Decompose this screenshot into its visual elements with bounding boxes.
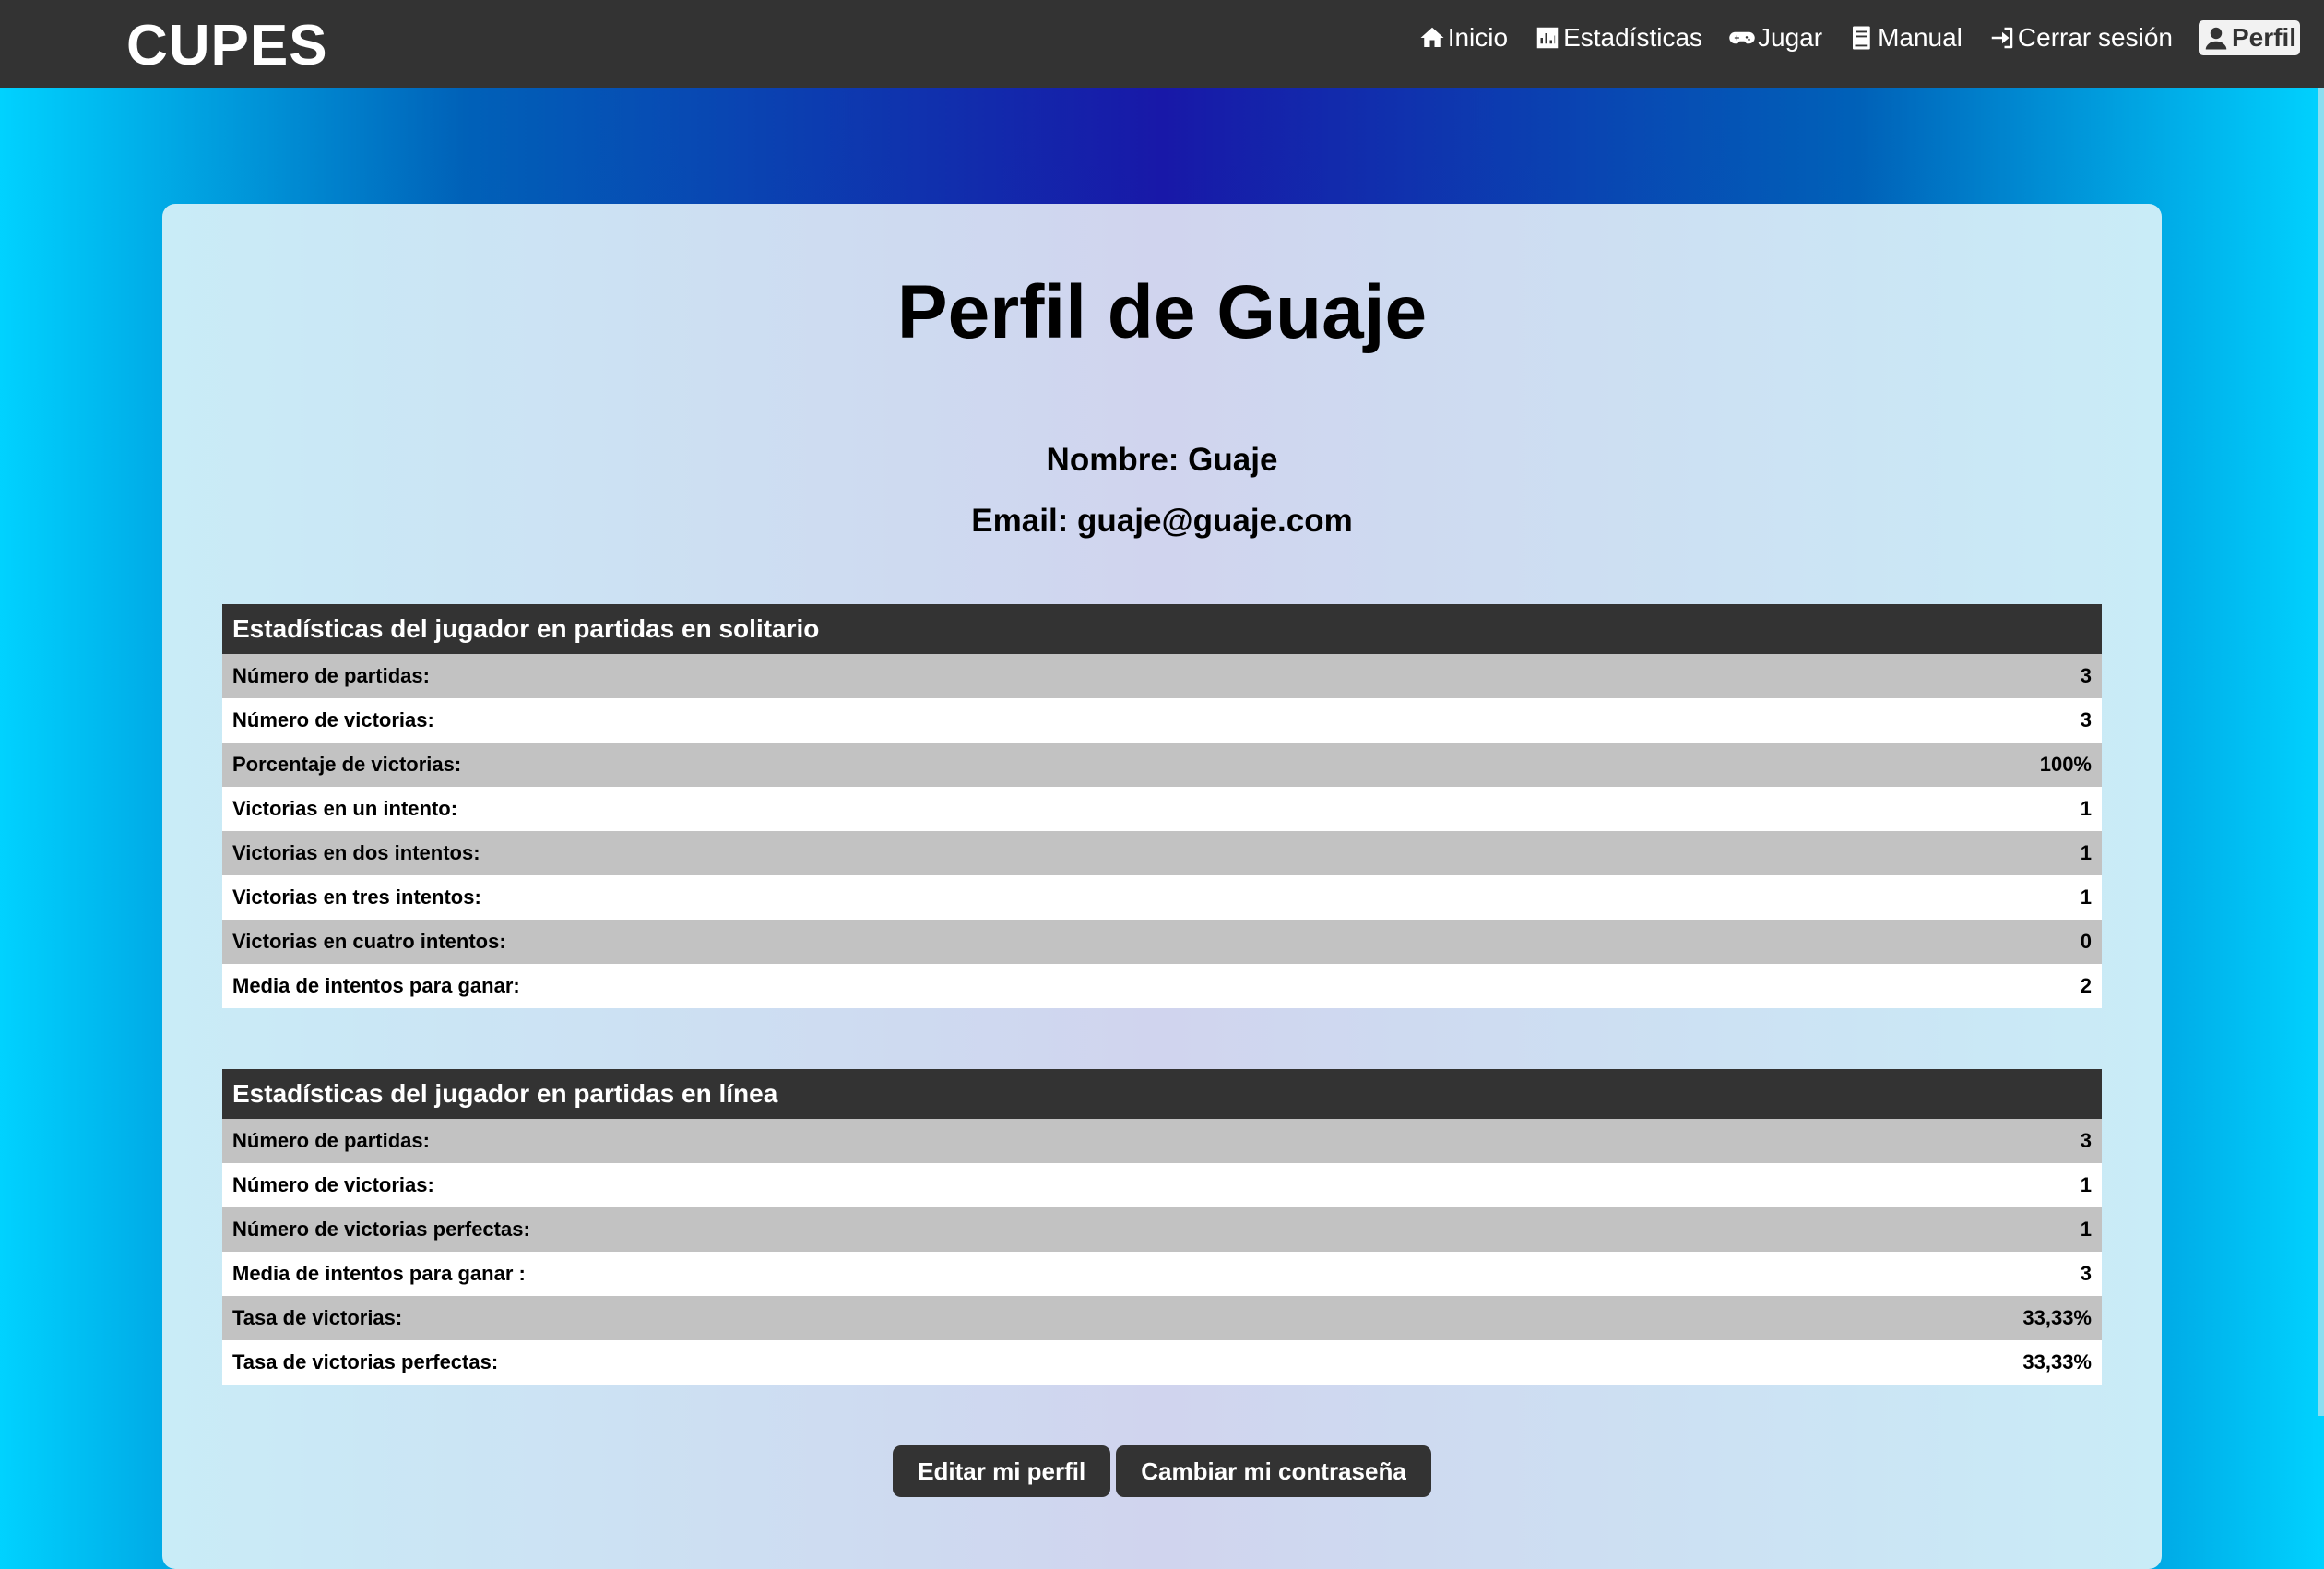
row-label: Porcentaje de victorias:: [232, 753, 462, 776]
logout-icon: [1991, 27, 2013, 49]
gamepad-icon: [1729, 31, 1755, 44]
table-row: Tasa de victorias: 33,33%: [222, 1296, 2102, 1340]
row-label: Victorias en dos intentos:: [232, 841, 480, 864]
nav-item-label: Jugar: [1758, 23, 1823, 52]
table-row: Media de intentos para ganar : 3: [222, 1252, 2102, 1296]
row-value: 33,33%: [2022, 1306, 2092, 1329]
row-value: 0: [2080, 930, 2092, 953]
row-label: Media de intentos para ganar :: [232, 1262, 526, 1285]
nav-item-label: Estadísticas: [1563, 23, 1703, 52]
table-row: Victorias en cuatro intentos: 0: [222, 920, 2102, 964]
table-row: Porcentaje de victorias: 100%: [222, 743, 2102, 787]
table-row: Número de partidas: 3: [222, 654, 2102, 698]
solo-stats-table: Estadísticas del jugador en partidas en …: [222, 604, 2102, 1008]
user-icon: [2205, 27, 2227, 50]
profile-actions: Editar mi perfil Cambiar mi contraseña: [162, 1445, 2162, 1497]
book-icon: [1853, 26, 1870, 50]
row-value: 3: [2080, 1129, 2092, 1152]
nav-item-perfil[interactable]: Perfil: [2198, 20, 2300, 55]
nav-item-label: Manual: [1878, 23, 1962, 52]
table-row: Número de partidas: 3: [222, 1119, 2102, 1163]
table-row: Victorias en un intento: 1: [222, 787, 2102, 831]
row-value: 1: [2080, 1173, 2092, 1196]
row-value: 3: [2080, 664, 2092, 687]
nav-item-label: Cerrar sesión: [2017, 23, 2173, 52]
page-scrollbar[interactable]: [2318, 88, 2324, 1416]
solo-stats-heading: Estadísticas del jugador en partidas en …: [222, 604, 2102, 654]
nav-item-cerrar-sesion[interactable]: Cerrar sesión: [1988, 23, 2173, 53]
nav-item-inicio[interactable]: Inicio: [1418, 23, 1508, 53]
edit-profile-button[interactable]: Editar mi perfil: [893, 1445, 1111, 1497]
row-value: 33,33%: [2022, 1350, 2092, 1373]
profile-card: Perfil de Guaje Nombre: Guaje Email: gua…: [162, 204, 2162, 1569]
top-navbar: CUPES Inicio Estadísticas Jugar Manual C…: [0, 0, 2324, 88]
row-label: Número de victorias:: [232, 1173, 434, 1196]
table-row: Número de victorias perfectas: 1: [222, 1207, 2102, 1252]
table-row: Media de intentos para ganar: 2: [222, 964, 2102, 1008]
table-row: Victorias en dos intentos: 1: [222, 831, 2102, 875]
row-label: Número de partidas:: [232, 664, 430, 687]
row-value: 2: [2080, 974, 2092, 997]
row-value: 1: [2080, 841, 2092, 864]
row-label: Tasa de victorias perfectas:: [232, 1350, 499, 1373]
nav-item-manual[interactable]: Manual: [1848, 23, 1962, 53]
nav-item-estadisticas[interactable]: Estadísticas: [1534, 23, 1702, 53]
change-password-button[interactable]: Cambiar mi contraseña: [1116, 1445, 1431, 1497]
nav-item-label: Perfil: [2231, 23, 2296, 52]
row-label: Media de intentos para ganar:: [232, 974, 520, 997]
nav-item-label: Inicio: [1447, 23, 1509, 52]
profile-email: Email: guaje@guaje.com: [971, 503, 1353, 539]
online-stats-heading: Estadísticas del jugador en partidas en …: [222, 1069, 2102, 1119]
row-value: 1: [2080, 797, 2092, 820]
row-label: Número de victorias:: [232, 708, 434, 731]
table-row: Tasa de victorias perfectas: 33,33%: [222, 1340, 2102, 1385]
chart-icon: [1536, 27, 1559, 49]
table-row: Número de victorias: 3: [222, 698, 2102, 743]
row-value: 1: [2080, 1218, 2092, 1241]
row-label: Tasa de victorias:: [232, 1306, 403, 1329]
nav-links: Inicio Estadísticas Jugar Manual Cerrar …: [1393, 17, 2300, 59]
page-title: Perfil de Guaje: [896, 270, 1428, 354]
row-label: Victorias en un intento:: [232, 797, 458, 820]
online-stats-table: Estadísticas del jugador en partidas en …: [222, 1069, 2102, 1385]
nav-item-jugar[interactable]: Jugar: [1728, 23, 1822, 53]
row-label: Número de partidas:: [232, 1129, 430, 1152]
row-value: 1: [2080, 886, 2092, 909]
row-label: Número de victorias perfectas:: [232, 1218, 530, 1241]
row-value: 3: [2080, 1262, 2092, 1285]
brand-logo[interactable]: CUPES: [126, 13, 328, 79]
row-value: 100%: [2039, 753, 2092, 776]
home-icon: [1420, 27, 1444, 47]
table-row: Victorias en tres intentos: 1: [222, 875, 2102, 920]
row-value: 3: [2080, 708, 2092, 731]
row-label: Victorias en tres intentos:: [232, 886, 481, 909]
table-row: Número de victorias: 1: [222, 1163, 2102, 1207]
row-label: Victorias en cuatro intentos:: [232, 930, 506, 953]
profile-name: Nombre: Guaje: [1046, 442, 1278, 478]
